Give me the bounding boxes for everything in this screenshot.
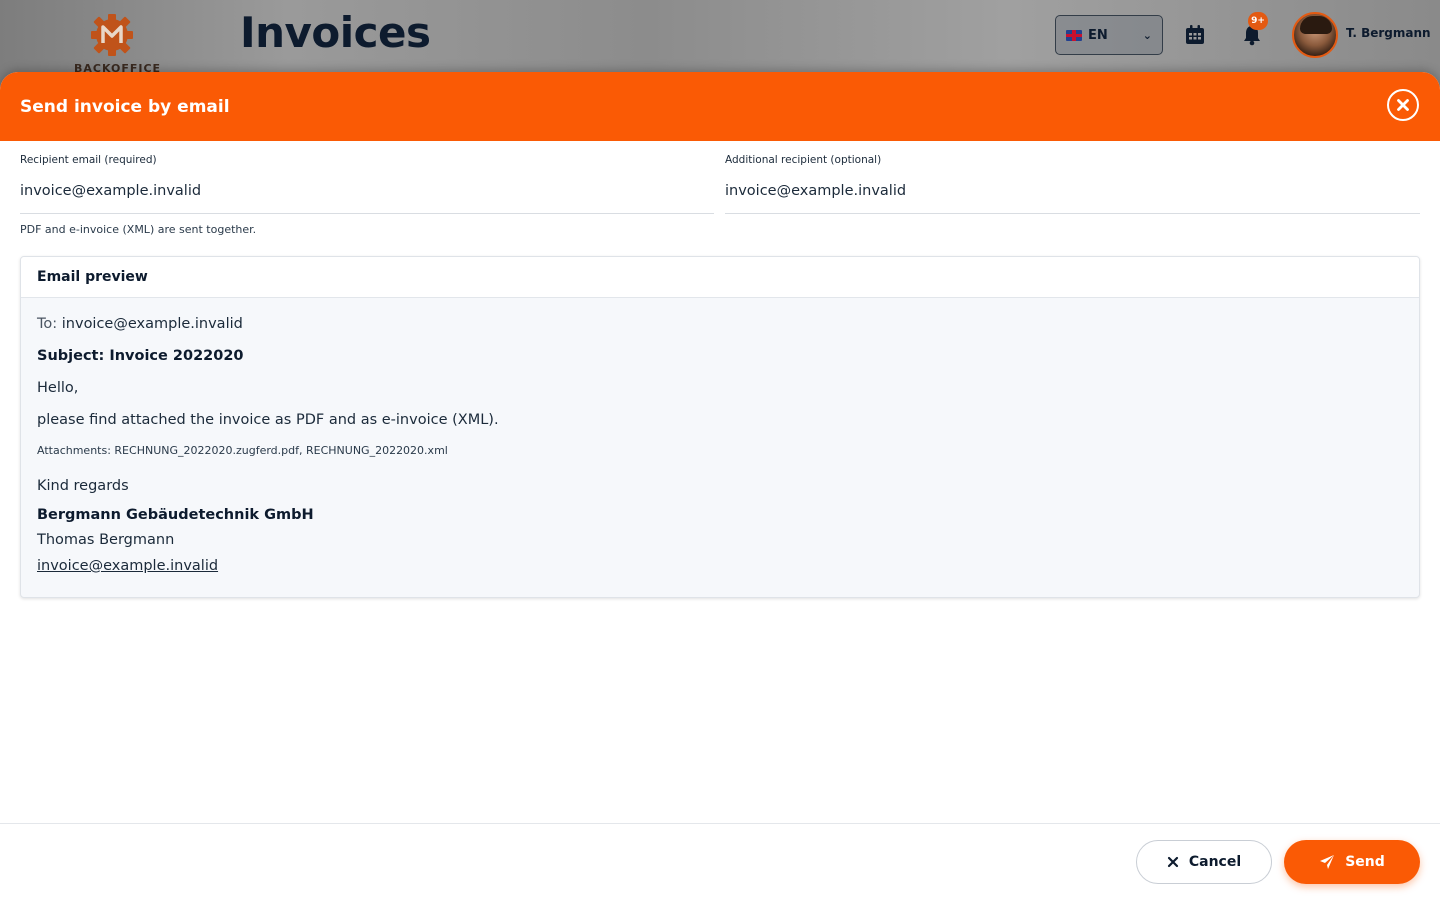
preview-subject: Subject: Invoice 2022020 (37, 348, 244, 364)
user-name[interactable]: T. Bergmann (1346, 26, 1431, 40)
cancel-label: Cancel (1188, 854, 1242, 870)
language-value: EN (1088, 27, 1108, 43)
page-title: Invoices (240, 8, 431, 57)
chevron-down-icon: ⌄ (1142, 28, 1152, 42)
send-button[interactable]: Send (1284, 840, 1420, 884)
app-logo[interactable]: BACKOFFICE (74, 12, 160, 75)
recipient-email-group: Recipient email (required) (20, 152, 714, 214)
close-icon (1397, 99, 1409, 111)
preview-greeting: Hello, (37, 380, 79, 396)
email-preview-heading: Email preview (21, 257, 1419, 298)
calendar-icon (1186, 25, 1204, 44)
additional-recipient-group: Additional recipient (optional) (725, 152, 1420, 214)
preview-sender-name: Thomas Bergmann (37, 532, 175, 548)
preview-sender-email-link[interactable]: invoice@example.invalid (37, 558, 218, 574)
cancel-button[interactable]: Cancel (1136, 840, 1272, 884)
modal-footer: Cancel Send (0, 823, 1440, 900)
close-button[interactable] (1387, 89, 1419, 121)
attachment-hint: PDF and e-invoice (XML) are sent togethe… (20, 223, 257, 236)
calendar-button[interactable] (1184, 24, 1206, 50)
paper-plane-icon (1320, 855, 1335, 869)
preview-to-value: invoice@example.invalid (61, 316, 243, 332)
preview-to: To: invoice@example.invalid (37, 316, 243, 332)
email-preview-card: Email preview To: invoice@example.invali… (20, 256, 1420, 598)
modal-title: Send invoice by email (20, 96, 230, 117)
notification-badge: 9+ (1248, 12, 1268, 30)
preview-attachments: Attachments: RECHNUNG_2022020.zugferd.pd… (37, 444, 448, 457)
modal-header: Send invoice by email (0, 72, 1440, 141)
avatar[interactable] (1292, 12, 1338, 58)
gear-logo-icon (91, 14, 133, 56)
preview-body-text: please find attached the invoice as PDF … (37, 412, 499, 428)
send-label: Send (1345, 854, 1385, 870)
language-select[interactable]: EN ⌄ (1055, 15, 1163, 55)
uk-flag-icon (1066, 29, 1082, 41)
additional-recipient-label: Additional recipient (optional) (725, 154, 882, 166)
preview-regards: Kind regards (37, 478, 129, 494)
recipient-email-label: Recipient email (required) (20, 154, 157, 166)
recipient-email-input[interactable] (20, 168, 714, 214)
send-invoice-modal: Send invoice by email Recipient email (r… (0, 72, 1440, 900)
additional-recipient-input[interactable] (725, 168, 1420, 214)
close-icon (1167, 856, 1178, 868)
preview-to-label: To: (37, 316, 58, 332)
preview-company: Bergmann Gebäudetechnik GmbH (37, 507, 314, 523)
